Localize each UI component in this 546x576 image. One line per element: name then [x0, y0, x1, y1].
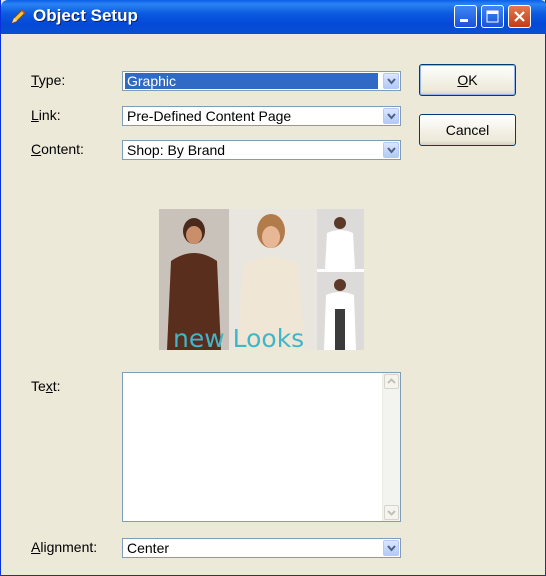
link-value: Pre-Defined Content Page [127, 108, 292, 124]
cancel-button[interactable]: Cancel [419, 114, 516, 146]
minimize-button[interactable] [454, 5, 477, 28]
alignment-select[interactable]: Center [122, 538, 401, 558]
chevron-down-icon [387, 545, 396, 552]
content-value: Shop: By Brand [127, 142, 226, 158]
ok-button[interactable]: OK [419, 64, 516, 96]
title-bar[interactable]: Object Setup [1, 0, 546, 34]
maximize-icon [486, 10, 499, 23]
type-value: Graphic [125, 73, 378, 89]
alignment-dropdown-button[interactable] [383, 540, 399, 556]
chevron-down-icon [387, 510, 396, 516]
alignment-label: Alignment: [31, 539, 98, 555]
close-icon [514, 11, 525, 22]
maximize-button[interactable] [481, 5, 504, 28]
preview-image: new Looks [159, 209, 364, 350]
preview-caption: new Looks [173, 324, 304, 350]
link-label: Link: [31, 107, 61, 123]
alignment-value: Center [127, 540, 170, 556]
type-label: Type: [31, 72, 66, 88]
close-button[interactable] [508, 5, 531, 28]
link-dropdown-button[interactable] [383, 108, 399, 124]
graphic-preview: new Looks [159, 209, 364, 350]
text-input[interactable] [122, 372, 401, 522]
pencil-icon [9, 8, 27, 26]
content-label: Content: [31, 141, 84, 157]
window-title: Object Setup [33, 6, 138, 25]
content-select[interactable]: Shop: By Brand [122, 140, 401, 160]
link-select[interactable]: Pre-Defined Content Page [122, 106, 401, 126]
scroll-up-button[interactable] [384, 374, 399, 389]
type-dropdown-button[interactable] [383, 73, 399, 89]
type-select[interactable]: Graphic [122, 71, 401, 91]
object-setup-dialog: Object Setup Type: Graphic Link: Pre-Def… [0, 0, 546, 576]
text-scrollbar[interactable] [382, 373, 400, 521]
scroll-down-button[interactable] [384, 505, 399, 520]
chevron-down-icon [387, 113, 396, 120]
text-label: Text: [31, 378, 61, 394]
content-dropdown-button[interactable] [383, 142, 399, 158]
minimize-icon [460, 19, 468, 22]
chevron-down-icon [387, 147, 396, 154]
chevron-down-icon [387, 78, 396, 85]
chevron-up-icon [387, 378, 396, 384]
